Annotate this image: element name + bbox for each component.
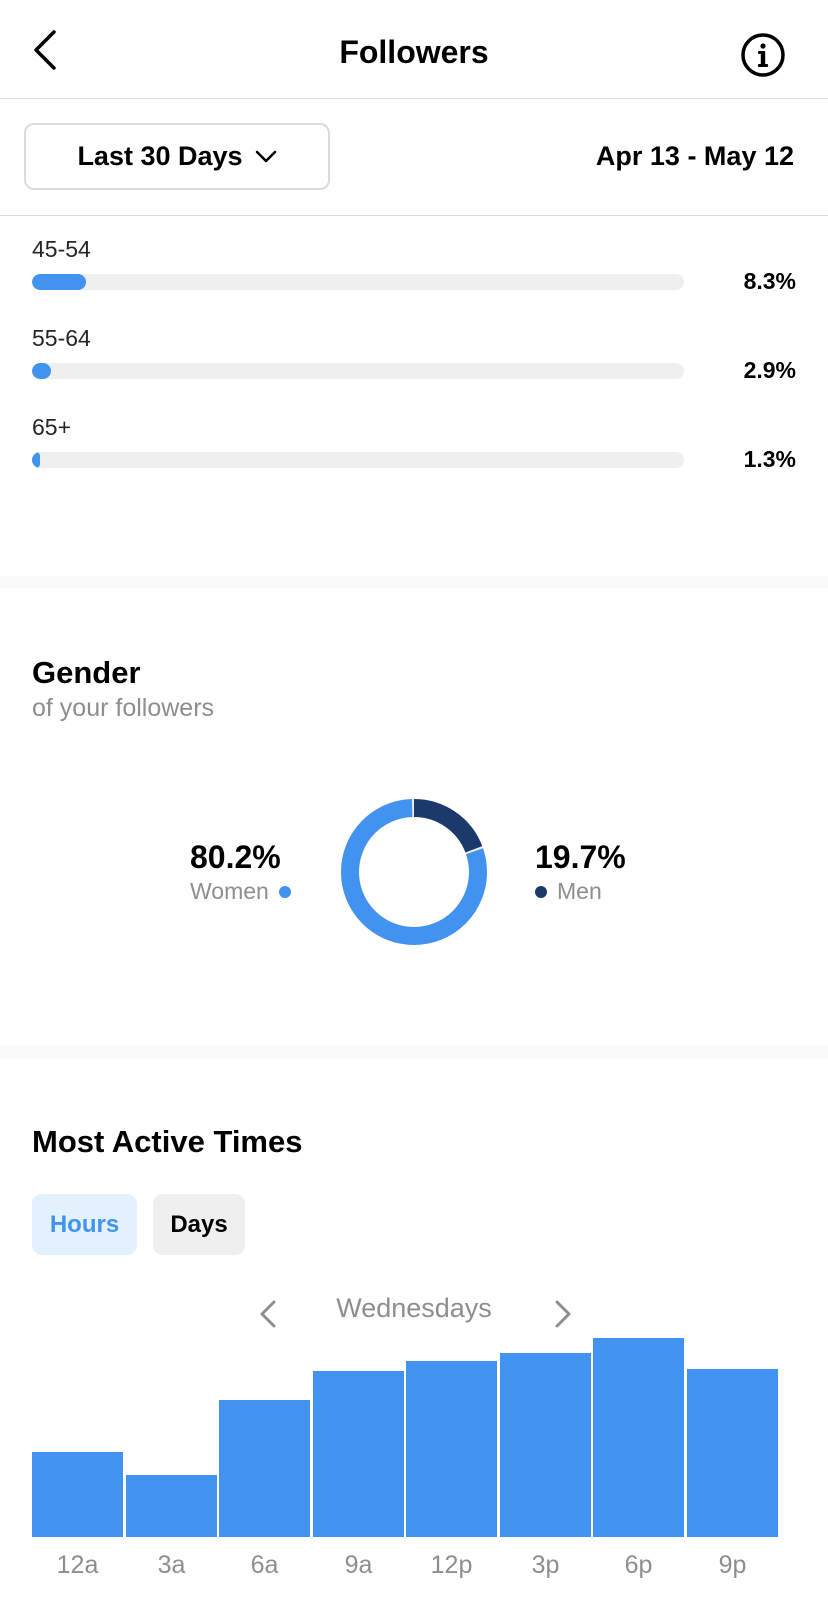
age-range-percent: 2.9% [743, 357, 796, 383]
chart-tick-label: 9p [718, 1551, 747, 1579]
men-percent: 19.7% [535, 839, 626, 875]
page-title: Followers [339, 34, 489, 70]
age-range-label: 45-54 [32, 236, 91, 262]
chart-tick-label: 6a [250, 1551, 279, 1579]
chart-bar [500, 1353, 591, 1537]
age-range-fill [32, 363, 51, 379]
chart-tick-label: 12a [56, 1551, 99, 1579]
age-range-track [32, 452, 684, 468]
top-navigation-bar: Followers [0, 0, 828, 99]
section-divider [0, 1046, 828, 1058]
women-legend-dot [278, 885, 291, 898]
chart-tick-label: 9a [344, 1551, 373, 1579]
active-times-bar-chart [32, 1330, 798, 1537]
chart-bar [593, 1338, 684, 1537]
chart-tick-label: 6p [624, 1551, 653, 1579]
age-range-fill [32, 452, 40, 468]
chart-bar [32, 1452, 123, 1537]
age-range-row: 55-64 2.9% [32, 325, 796, 395]
men-stat: 19.7% Men [535, 838, 626, 905]
chevron-down-icon [255, 150, 276, 162]
chart-tick-label: 3a [157, 1551, 186, 1579]
women-legend: Women [190, 878, 291, 905]
tab-hours[interactable]: Hours [32, 1194, 137, 1255]
chart-bar [126, 1475, 217, 1537]
gender-donut-chart [341, 799, 487, 945]
women-stat: 80.2% Women [190, 838, 291, 905]
tab-days[interactable]: Days [153, 1194, 245, 1255]
section-divider [0, 576, 828, 588]
info-button[interactable] [739, 31, 787, 79]
chart-tick-label: 12p [430, 1551, 473, 1579]
day-label: Wednesdays [336, 1293, 492, 1323]
date-range-dropdown-label: Last 30 Days [77, 141, 243, 171]
chart-tick-label: 3p [531, 1551, 560, 1579]
men-legend-dot [535, 885, 547, 898]
gender-title: Gender [32, 655, 141, 690]
chart-bar [219, 1400, 310, 1537]
age-range-label: 55-64 [32, 325, 91, 351]
age-range-track [32, 363, 684, 379]
info-icon [741, 33, 785, 77]
age-range-percent: 1.3% [743, 446, 796, 472]
date-range-text: Apr 13 - May 12 [595, 141, 794, 171]
age-range-percent: 8.3% [743, 268, 796, 294]
filter-row: Last 30 Days Apr 13 - May 12 [0, 99, 828, 216]
age-range-track [32, 274, 684, 290]
age-range-fill [32, 274, 86, 290]
chart-bar [687, 1369, 778, 1537]
most-active-title: Most Active Times [32, 1124, 303, 1159]
gender-subtitle: of your followers [32, 694, 215, 722]
age-range-label: 65+ [32, 414, 72, 440]
women-label: Women [190, 878, 269, 904]
date-range-dropdown[interactable]: Last 30 Days [24, 123, 330, 190]
women-percent: 80.2% [190, 839, 281, 875]
age-range-row: 65+ 1.3% [32, 414, 796, 484]
chart-bar [406, 1361, 497, 1537]
men-label: Men [557, 878, 602, 904]
men-legend: Men [535, 878, 626, 905]
age-range-row: 45-54 8.3% [32, 236, 796, 306]
chart-bar [313, 1371, 404, 1537]
